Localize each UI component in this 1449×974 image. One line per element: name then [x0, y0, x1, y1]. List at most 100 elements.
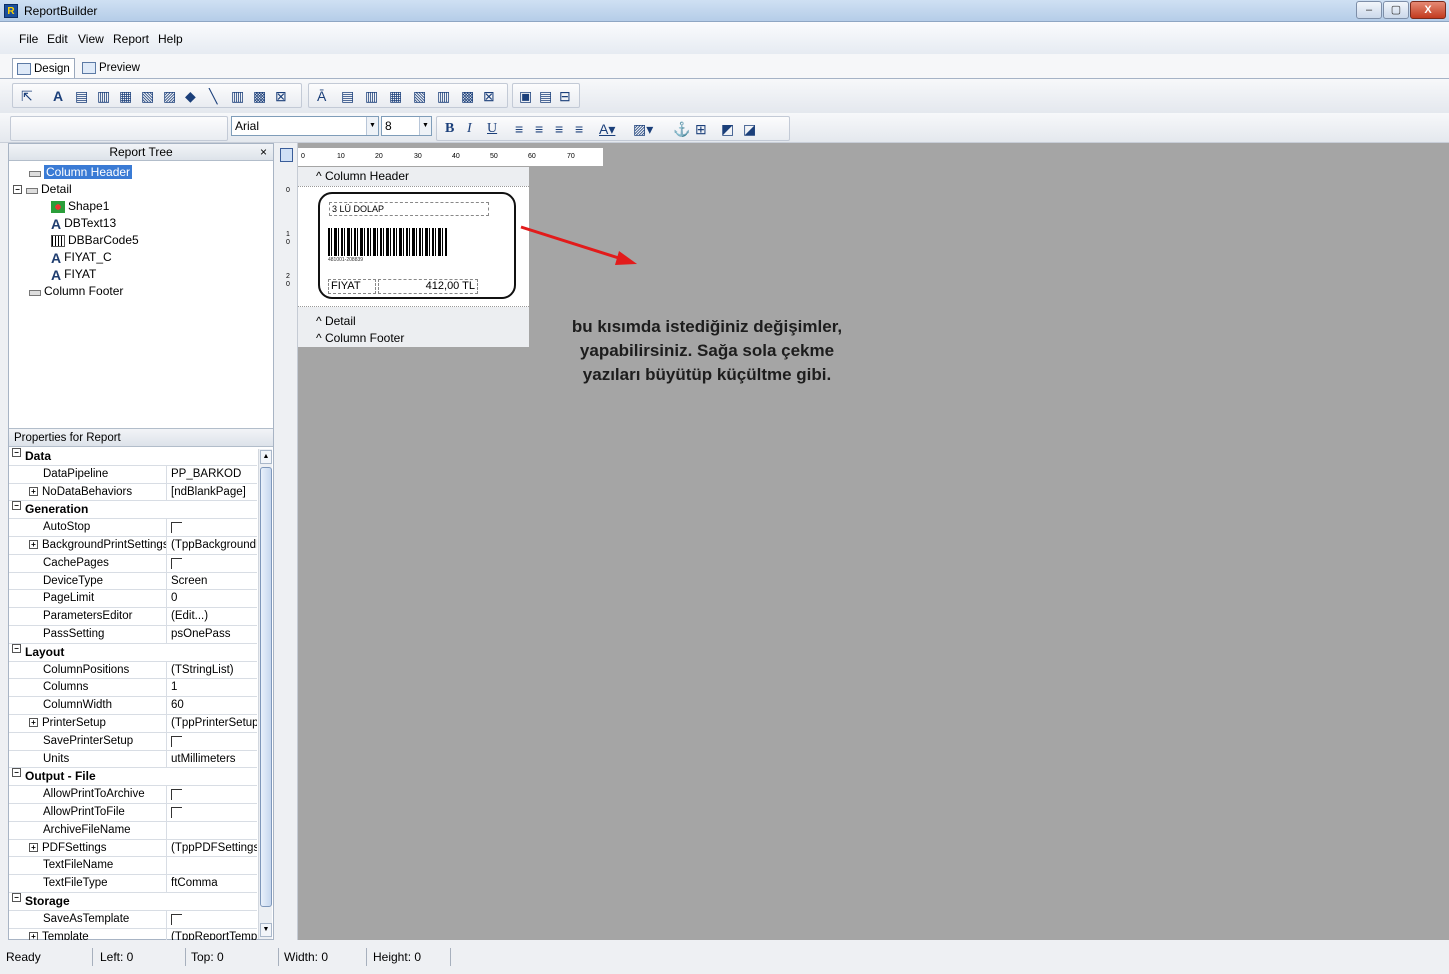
expand-icon[interactable]: + [29, 931, 38, 940]
label-icon[interactable]: A [53, 88, 63, 104]
property-value[interactable]: 60 [167, 697, 257, 714]
column-header-band-label[interactable]: ^ Column Header [298, 167, 529, 185]
property-row[interactable]: AllowPrintToArchive [9, 786, 257, 804]
property-category[interactable]: − Data [9, 448, 257, 466]
barcode-icon[interactable]: ▥ [231, 88, 244, 104]
expand-icon[interactable]: + [29, 487, 38, 497]
property-category[interactable]: − Storage [9, 892, 257, 911]
property-row[interactable]: + BackgroundPrintSettings (TppBackgroundP [9, 536, 257, 555]
property-row[interactable]: + Template (TppReportTemplate [9, 928, 257, 940]
collapse-icon[interactable]: − [12, 643, 21, 653]
align-left-icon[interactable]: ≡ [515, 121, 523, 137]
minimize-button[interactable]: – [1356, 1, 1382, 19]
pointer-icon[interactable]: ⇱ [21, 88, 33, 104]
tree-node-dbbarcode5[interactable]: DBBarCode5 [13, 232, 139, 249]
property-value[interactable] [167, 733, 257, 750]
tree-node-fiyat[interactable]: A FIYAT [13, 266, 139, 283]
price-label[interactable]: FIYAT [328, 279, 376, 294]
close-icon[interactable]: × [260, 144, 267, 161]
property-value[interactable]: (Edit...) [167, 608, 257, 625]
property-row[interactable]: DeviceType Screen [9, 572, 257, 591]
property-value[interactable]: ftComma [167, 875, 257, 892]
property-value[interactable] [167, 555, 257, 572]
align-center-icon[interactable]: ≡ [535, 121, 543, 137]
property-value[interactable]: (TStringList) [167, 662, 257, 679]
tab-design[interactable]: Design [12, 58, 75, 78]
font-size-combo[interactable]: 8 ▼ [381, 116, 432, 136]
properties-scrollbar[interactable]: ▲ ▼ [258, 449, 272, 939]
justify-icon[interactable]: ≡ [575, 121, 583, 137]
collapse-icon[interactable]: − [12, 892, 21, 902]
property-row[interactable]: TextFileType ftComma [9, 875, 257, 893]
bold-icon[interactable]: B [445, 121, 454, 137]
property-value[interactable]: 1 [167, 679, 257, 696]
checkbox-icon[interactable] [171, 735, 182, 747]
property-row[interactable]: AllowPrintToFile [9, 803, 257, 822]
property-row[interactable]: ParametersEditor (Edit...) [9, 608, 257, 626]
expand-icon[interactable]: + [29, 540, 38, 550]
pagebreak-icon[interactable]: ⊟ [559, 88, 571, 104]
tree-node-column-header[interactable]: Column Header [13, 164, 139, 181]
property-value[interactable]: (TppPDFSettings) [167, 840, 257, 857]
menu-view[interactable]: View [78, 32, 104, 46]
property-value[interactable] [167, 857, 257, 874]
property-row[interactable]: PageLimit 0 [9, 590, 257, 609]
property-value[interactable] [167, 519, 257, 536]
tree-node-fiyat-c[interactable]: A FIYAT_C [13, 249, 139, 266]
property-value[interactable]: [ndBlankPage] [167, 484, 257, 501]
property-row[interactable]: SavePrinterSetup [9, 732, 257, 751]
menu-help[interactable]: Help [158, 32, 183, 46]
property-row[interactable]: Units utMillimeters [9, 750, 257, 769]
property-value[interactable]: PP_BARKOD [167, 466, 257, 483]
property-category[interactable]: − Generation [9, 501, 257, 520]
property-row[interactable]: PassSetting psOnePass [9, 625, 257, 644]
dbchart-icon[interactable]: ▩ [461, 88, 474, 104]
property-row[interactable]: ColumnPositions (TStringList) [9, 661, 257, 680]
price-value[interactable]: 412,00 TL [378, 279, 478, 294]
property-category[interactable]: − Layout [9, 643, 257, 662]
property-value[interactable]: Screen [167, 573, 257, 590]
font-name-combo[interactable]: Arial ▼ [231, 116, 379, 136]
italic-icon[interactable]: I [467, 121, 472, 137]
property-value[interactable]: utMillimeters [167, 751, 257, 768]
property-value[interactable]: (TppBackgroundP [167, 537, 257, 554]
product-name-text[interactable]: 3 LÜ DOLAP [329, 202, 489, 216]
property-category[interactable]: − Output - File [9, 768, 257, 787]
collapse-icon[interactable]: − [12, 501, 21, 511]
calc-icon[interactable]: ▦ [119, 88, 132, 104]
property-row[interactable]: Columns 1 [9, 679, 257, 698]
property-value[interactable] [167, 804, 257, 821]
dbrichtext-icon[interactable]: ▥ [365, 88, 378, 104]
design-workspace[interactable]: 0 1 0 2 0 0 10 20 30 40 50 60 70 ^ Colum… [275, 143, 1449, 940]
scroll-down-icon[interactable]: ▼ [260, 923, 272, 937]
checkbox-icon[interactable] [171, 557, 182, 569]
tree-node-shape1[interactable]: Shape1 [13, 198, 139, 215]
checkbox-icon[interactable] [171, 522, 182, 534]
tab-preview[interactable]: Preview [78, 58, 144, 78]
property-value[interactable]: (TppReportTemplate [167, 929, 257, 940]
collapse-icon[interactable]: − [13, 185, 22, 195]
menu-edit[interactable]: Edit [47, 32, 68, 46]
detail-band[interactable]: 3 LÜ DOLAP 481001-208839 FIYAT 412,00 TL [298, 186, 529, 307]
image-icon[interactable]: ▨ [163, 88, 176, 104]
property-row[interactable]: TextFileName [9, 857, 257, 876]
property-value[interactable]: 0 [167, 590, 257, 607]
scroll-thumb[interactable] [260, 467, 272, 907]
line-icon[interactable]: ╲ [209, 88, 217, 104]
collapse-icon[interactable]: − [12, 768, 21, 778]
memo-icon[interactable]: ▤ [75, 88, 88, 104]
property-row[interactable]: SaveAsTemplate [9, 910, 257, 929]
checkbox-icon[interactable]: ⊠ [275, 88, 287, 104]
property-row[interactable]: AutoStop [9, 519, 257, 537]
scroll-up-icon[interactable]: ▲ [260, 450, 272, 464]
chart-icon[interactable]: ▩ [253, 88, 266, 104]
dbtext-icon[interactable]: Ā [317, 88, 326, 104]
anchor-icon[interactable]: ⚓ [673, 121, 690, 137]
dbimage-icon[interactable]: ▧ [413, 88, 426, 104]
property-row[interactable]: ArchiveFileName [9, 821, 257, 840]
property-row[interactable]: + PrinterSetup (TppPrinterSetup) [9, 714, 257, 733]
property-row[interactable]: CachePages [9, 554, 257, 573]
tree-node-detail[interactable]: − Detail [13, 181, 139, 198]
menu-file[interactable]: File [19, 32, 38, 46]
property-value[interactable] [167, 786, 257, 803]
